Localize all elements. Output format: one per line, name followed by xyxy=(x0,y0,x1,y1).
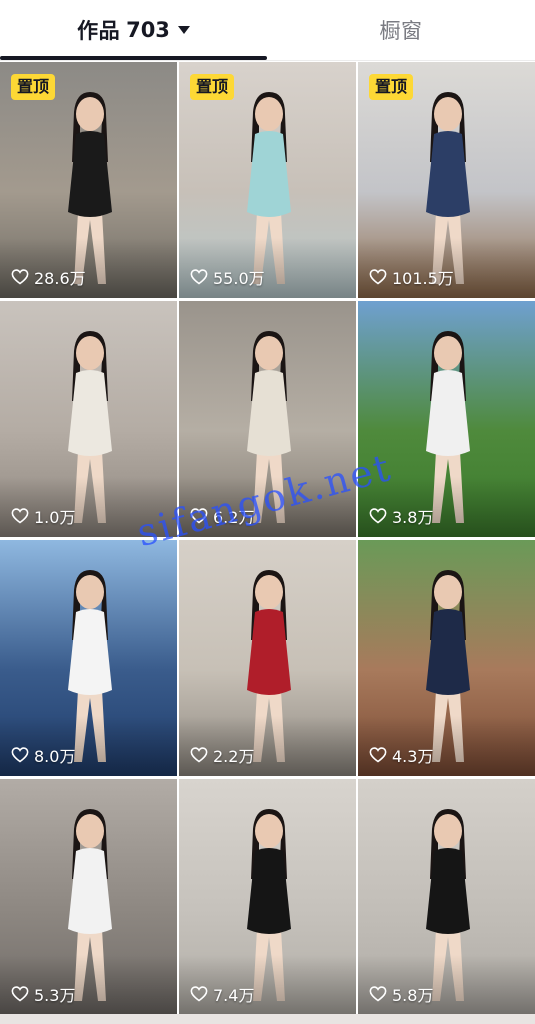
video-tile[interactable]: 3.8万 xyxy=(358,301,535,537)
like-count-text: 1.0万 xyxy=(34,508,76,527)
heart-outline-icon xyxy=(369,269,387,285)
heart-outline-icon xyxy=(11,269,29,285)
tab-showcase[interactable]: 橱窗 xyxy=(267,0,535,60)
video-tile[interactable]: 5.3万 xyxy=(0,779,177,1015)
next-row-peek xyxy=(0,1014,535,1024)
video-tile[interactable]: 8.0万 xyxy=(0,540,177,776)
video-tile[interactable]: 置顶 55.0万 xyxy=(179,62,356,298)
like-count: 101.5万 xyxy=(369,265,454,289)
heart-outline-icon xyxy=(11,747,29,763)
heart-outline-icon xyxy=(11,508,29,524)
heart-outline-icon xyxy=(369,508,387,524)
like-count-text: 55.0万 xyxy=(213,269,265,288)
like-count: 6.2万 xyxy=(190,504,254,528)
like-count-text: 3.8万 xyxy=(392,508,434,527)
heart-outline-icon xyxy=(11,986,29,1002)
tab-works-count: 703 xyxy=(126,18,170,42)
like-count-text: 2.2万 xyxy=(213,747,255,766)
like-count-text: 4.3万 xyxy=(392,747,434,766)
like-count: 5.8万 xyxy=(369,982,433,1006)
tab-works[interactable]: 作品 703 xyxy=(0,0,267,60)
like-count: 8.0万 xyxy=(11,743,75,767)
like-count: 1.0万 xyxy=(11,504,75,528)
pinned-badge: 置顶 xyxy=(369,74,414,100)
pinned-badge: 置顶 xyxy=(11,74,56,100)
tab-works-label: 作品 xyxy=(77,19,121,43)
tabbar-divider xyxy=(0,60,535,61)
like-count-text: 7.4万 xyxy=(213,986,255,1005)
like-count: 28.6万 xyxy=(11,265,86,289)
video-tile[interactable]: 1.0万 xyxy=(0,301,177,537)
heart-outline-icon xyxy=(190,269,208,285)
like-count: 4.3万 xyxy=(369,743,433,767)
like-count: 55.0万 xyxy=(190,265,265,289)
like-count-text: 5.3万 xyxy=(34,986,76,1005)
like-count-text: 101.5万 xyxy=(392,269,454,288)
like-count-text: 8.0万 xyxy=(34,747,76,766)
caret-down-icon[interactable] xyxy=(177,26,190,34)
like-count-text: 5.8万 xyxy=(392,986,434,1005)
like-count: 2.2万 xyxy=(190,743,254,767)
video-tile[interactable]: 5.8万 xyxy=(358,779,535,1015)
video-tile[interactable]: 置顶 28.6万 xyxy=(0,62,177,298)
heart-outline-icon xyxy=(190,508,208,524)
like-count: 7.4万 xyxy=(190,982,254,1006)
like-count: 3.8万 xyxy=(369,504,433,528)
video-tile[interactable]: 6.2万 xyxy=(179,301,356,537)
heart-outline-icon xyxy=(190,747,208,763)
like-count-text: 6.2万 xyxy=(213,508,255,527)
video-grid: 置顶 28.6万 置顶 55.0万 置顶 101.5万 1.0万 6.2万 3.8万 8.0万 2.… xyxy=(0,62,535,1024)
video-tile[interactable]: 4.3万 xyxy=(358,540,535,776)
content-tab-bar: 作品 703 橱窗 xyxy=(0,0,535,62)
like-count: 5.3万 xyxy=(11,982,75,1006)
profile-works-page: 作品 703 橱窗 置顶 28.6万 置顶 55.0万 置顶 101.5万 1.0万 6.2万… xyxy=(0,0,535,1024)
video-tile[interactable]: 置顶 101.5万 xyxy=(358,62,535,298)
heart-outline-icon xyxy=(369,747,387,763)
tab-showcase-label: 橱窗 xyxy=(379,19,423,43)
video-tile[interactable]: 2.2万 xyxy=(179,540,356,776)
heart-outline-icon xyxy=(369,986,387,1002)
video-tile[interactable]: 7.4万 xyxy=(179,779,356,1015)
heart-outline-icon xyxy=(190,986,208,1002)
like-count-text: 28.6万 xyxy=(34,269,86,288)
pinned-badge: 置顶 xyxy=(190,74,235,100)
